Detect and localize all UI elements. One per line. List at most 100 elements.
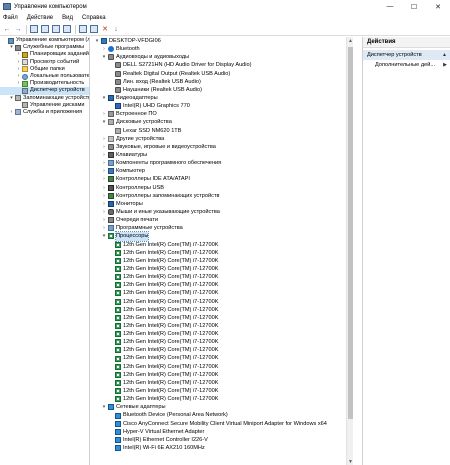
device-item[interactable]: 12th Gen Intel(R) Core(TM) i7-12700K [91, 298, 353, 306]
device-item[interactable]: 12th Gen Intel(R) Core(TM) i7-12700K [91, 249, 353, 257]
device-item[interactable]: Intel(R) UHD Graphics 770 [91, 102, 353, 110]
device-item[interactable]: 12th Gen Intel(R) Core(TM) i7-12700K [91, 363, 353, 371]
device-tree-root[interactable]: ▾ DESKTOP-VFDGI06 [91, 37, 353, 45]
chevron-right-icon[interactable]: › [100, 151, 108, 159]
device-item[interactable]: Cisco AnyConnect Secure Mobility Client … [91, 420, 353, 428]
maximize-button[interactable]: ☐ [402, 0, 426, 13]
device-item[interactable]: 12th Gen Intel(R) Core(TM) i7-12700K [91, 289, 353, 297]
scroll-up-arrow[interactable]: ▲ [347, 37, 353, 44]
chevron-right-icon[interactable]: › [15, 80, 22, 87]
help-icon[interactable] [51, 24, 61, 34]
actions-section[interactable]: Диспетчер устройств ▲ [363, 50, 450, 60]
device-item[interactable]: Realtek Digital Output (Realtek USB Audi… [91, 70, 353, 78]
scan-icon[interactable] [89, 24, 99, 34]
properties-icon[interactable] [40, 24, 50, 34]
device-item[interactable]: 12th Gen Intel(R) Core(TM) i7-12700K [91, 322, 353, 330]
chevron-down-icon[interactable]: ▾ [8, 44, 15, 51]
device-item[interactable]: 12th Gen Intel(R) Core(TM) i7-12700K [91, 241, 353, 249]
device-category[interactable]: ▾ Сетевые адаптеры [91, 403, 353, 411]
device-item[interactable]: 12th Gen Intel(R) Core(TM) i7-12700K [91, 257, 353, 265]
device-item[interactable]: 12th Gen Intel(R) Core(TM) i7-12700K [91, 330, 353, 338]
chevron-right-icon[interactable]: › [100, 216, 108, 224]
chevron-down-icon[interactable]: ▾ [100, 53, 108, 61]
device-category[interactable]: ▾ Дисковые устройства [91, 118, 353, 126]
chevron-right-icon[interactable]: › [15, 59, 22, 66]
device-category[interactable]: › Контроллеры IDE ATA/ATAPI [91, 175, 353, 183]
device-item[interactable]: 12th Gen Intel(R) Core(TM) i7-12700K [91, 387, 353, 395]
chevron-right-icon[interactable]: › [100, 110, 108, 118]
device-item[interactable]: 12th Gen Intel(R) Core(TM) i7-12700K [91, 265, 353, 273]
chevron-down-icon[interactable]: ▾ [100, 403, 108, 411]
chevron-right-icon[interactable]: › [100, 208, 108, 216]
chevron-right-icon[interactable]: › [100, 167, 108, 175]
chevron-right-icon[interactable]: › [100, 184, 108, 192]
nav-tree-item[interactable]: › Локальные пользовател [0, 73, 89, 80]
chevron-right-icon[interactable]: › [100, 45, 108, 53]
device-category[interactable]: › Контроллеры USB [91, 184, 353, 192]
device-item[interactable]: DELL S2721HN (HD Audio Driver for Displa… [91, 61, 353, 69]
chevron-down-icon[interactable]: ▾ [100, 118, 108, 126]
nav-tree-item[interactable]: › Просмотр событий [0, 59, 89, 66]
vertical-scrollbar[interactable]: ▲ ▼ [346, 37, 353, 465]
nav-tree-item[interactable]: Диспетчер устройств [0, 87, 89, 95]
device-category[interactable]: › Клавиатуры [91, 151, 353, 159]
device-item[interactable]: 12th Gen Intel(R) Core(TM) i7-12700K [91, 354, 353, 362]
device-item[interactable]: 12th Gen Intel(R) Core(TM) i7-12700K [91, 314, 353, 322]
device-item[interactable]: Лин. вход (Realtek USB Audio) [91, 78, 353, 86]
device-item[interactable]: Hyper-V Virtual Ethernet Adapter [91, 428, 353, 436]
nav-tree-item[interactable]: Управление компьютером (л [0, 37, 89, 44]
device-category[interactable]: › Bluetooth [91, 45, 353, 53]
device-item[interactable]: 12th Gen Intel(R) Core(TM) i7-12700K [91, 395, 353, 403]
scroll-down-arrow[interactable]: ▼ [347, 458, 353, 465]
menu-action[interactable]: Действие [27, 15, 53, 21]
device-category[interactable]: › Компоненты программного обеспечения [91, 159, 353, 167]
device-category[interactable]: › Очереди печати [91, 216, 353, 224]
nav-tree-item[interactable]: ▾ Запоминающие устройств [0, 95, 89, 102]
device-item[interactable]: 12th Gen Intel(R) Core(TM) i7-12700K [91, 273, 353, 281]
device-item[interactable]: Bluetooth Device (Personal Area Network) [91, 411, 353, 419]
scroll-thumb[interactable] [348, 47, 353, 419]
chevron-right-icon[interactable]: › [15, 66, 22, 73]
chevron-down-icon[interactable]: ▾ [8, 95, 15, 102]
device-category[interactable]: › Контроллеры запоминающих устройств [91, 192, 353, 200]
device-item[interactable]: 12th Gen Intel(R) Core(TM) i7-12700K [91, 281, 353, 289]
up-icon[interactable] [29, 24, 39, 34]
chevron-right-icon[interactable]: › [8, 109, 15, 116]
chevron-down-icon[interactable]: ▾ [100, 232, 108, 240]
device-category[interactable]: ▾ Аудиовходы и аудиовыходы [91, 53, 353, 61]
device-item[interactable]: 12th Gen Intel(R) Core(TM) i7-12700K [91, 371, 353, 379]
more-actions-item[interactable]: Дополнительные дей... ▶ [363, 60, 450, 70]
device-item[interactable]: 12th Gen Intel(R) Core(TM) i7-12700K [91, 346, 353, 354]
menu-view[interactable]: Вид [62, 15, 73, 21]
chevron-down-icon[interactable]: ▾ [93, 37, 101, 45]
back-icon[interactable]: ← [2, 24, 12, 34]
chevron-right-icon[interactable]: › [100, 175, 108, 183]
device-category[interactable]: ▾ Процессоры [91, 231, 353, 242]
chevron-right-icon[interactable]: › [100, 200, 108, 208]
device-item[interactable]: Intel(R) Wi-Fi 6E AX210 160MHz [91, 444, 353, 452]
nav-tree-item[interactable]: › Общие папки [0, 66, 89, 73]
update-driver-icon[interactable] [78, 24, 88, 34]
menu-help[interactable]: Справка [82, 15, 106, 21]
device-category[interactable]: › Встроенное ПО [91, 110, 353, 118]
chevron-right-icon[interactable]: › [100, 159, 108, 167]
device-category[interactable]: ▾ Видеоадаптеры [91, 94, 353, 102]
device-item[interactable]: 12th Gen Intel(R) Core(TM) i7-12700K [91, 379, 353, 387]
chevron-right-icon[interactable]: › [100, 192, 108, 200]
view-icon[interactable] [62, 24, 72, 34]
device-category[interactable]: › Программные устройства [91, 224, 353, 232]
chevron-right-icon[interactable]: › [15, 51, 22, 58]
nav-tree-item[interactable]: Управление дисками [0, 102, 89, 109]
forward-icon[interactable]: → [13, 24, 23, 34]
device-category[interactable]: › Другие устройства [91, 135, 353, 143]
device-item[interactable]: Наушники (Realtek USB Audio) [91, 86, 353, 94]
device-category[interactable]: › Мониторы [91, 200, 353, 208]
chevron-down-icon[interactable]: ▾ [100, 94, 108, 102]
chevron-right-icon[interactable]: › [15, 73, 22, 80]
device-item[interactable]: 12th Gen Intel(R) Core(TM) i7-12700K [91, 306, 353, 314]
device-item[interactable]: Intel(R) Ethernet Controller I226-V [91, 436, 353, 444]
remove-icon[interactable]: ✕ [100, 24, 110, 34]
device-item[interactable]: 12th Gen Intel(R) Core(TM) i7-12700K [91, 338, 353, 346]
close-button[interactable]: ✕ [426, 0, 450, 13]
nav-tree-item[interactable]: › Службы и приложения [0, 109, 89, 116]
